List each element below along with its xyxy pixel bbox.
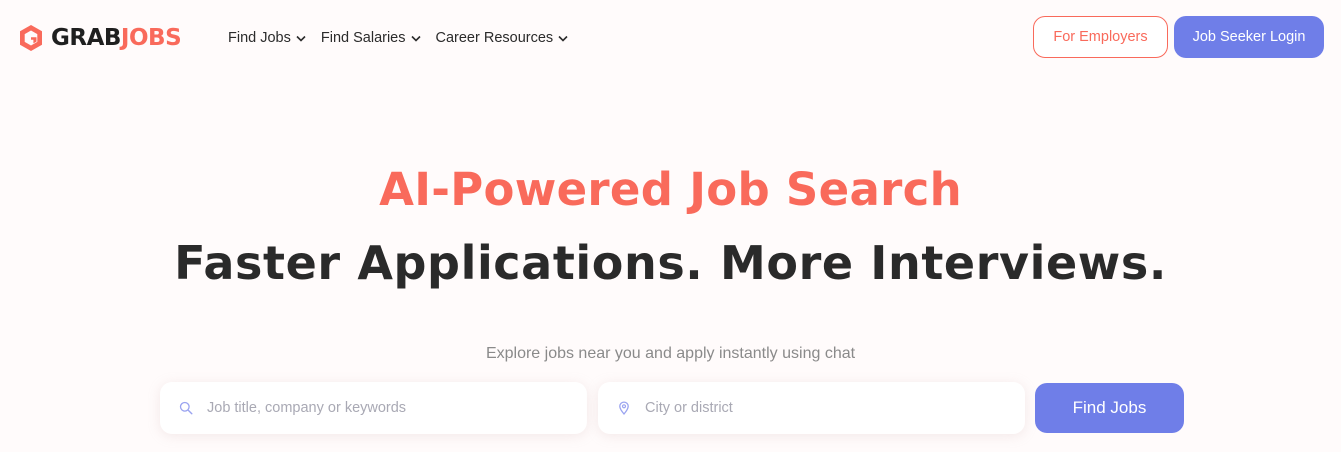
nav-item-label: Career Resources <box>435 30 554 46</box>
grabjobs-logo[interactable]: GRABJOBS <box>19 24 182 52</box>
chevron-down-icon <box>410 35 421 42</box>
hero-title: AI-Powered Job Search <box>379 163 962 216</box>
brand-name-part2: JOBS <box>120 25 182 51</box>
chevron-down-icon <box>558 35 568 42</box>
brand-name-part1: GRAB <box>51 25 121 51</box>
keywords-search-field[interactable] <box>160 382 587 434</box>
location-search-field[interactable] <box>598 382 1025 434</box>
nav-item-career-resources[interactable]: Career Resources <box>436 28 569 48</box>
hero-tagline: Explore jobs near you and apply instantl… <box>485 345 856 362</box>
chevron-down-icon <box>296 35 306 42</box>
nav-item-find-jobs[interactable]: Find Jobs <box>228 28 306 48</box>
brand-name: GRABJOBS <box>51 24 182 52</box>
grabjobs-hexagon-g-icon <box>20 25 42 51</box>
for-employers-button[interactable]: For Employers <box>1033 16 1168 58</box>
keywords-input[interactable] <box>207 393 567 423</box>
find-jobs-button[interactable]: Find Jobs <box>1035 383 1184 433</box>
page: GRABJOBS Find Jobs Find Salaries Career … <box>0 0 1341 452</box>
nav-item-label: Find Jobs <box>228 30 291 46</box>
nav-item-find-salaries[interactable]: Find Salaries <box>321 28 421 48</box>
hero-subtitle: Faster Applications. More Interviews. <box>174 236 1167 290</box>
location-pin-icon <box>619 401 629 415</box>
main-nav: Find Jobs Find Salaries Career Resources <box>228 28 583 48</box>
location-input[interactable] <box>645 393 1005 423</box>
top-navigation-bar: GRABJOBS Find Jobs Find Salaries Career … <box>0 0 1341 76</box>
search-icon <box>179 401 193 415</box>
job-seeker-login-button[interactable]: Job Seeker Login <box>1174 16 1324 58</box>
nav-item-label: Find Salaries <box>320 30 406 46</box>
